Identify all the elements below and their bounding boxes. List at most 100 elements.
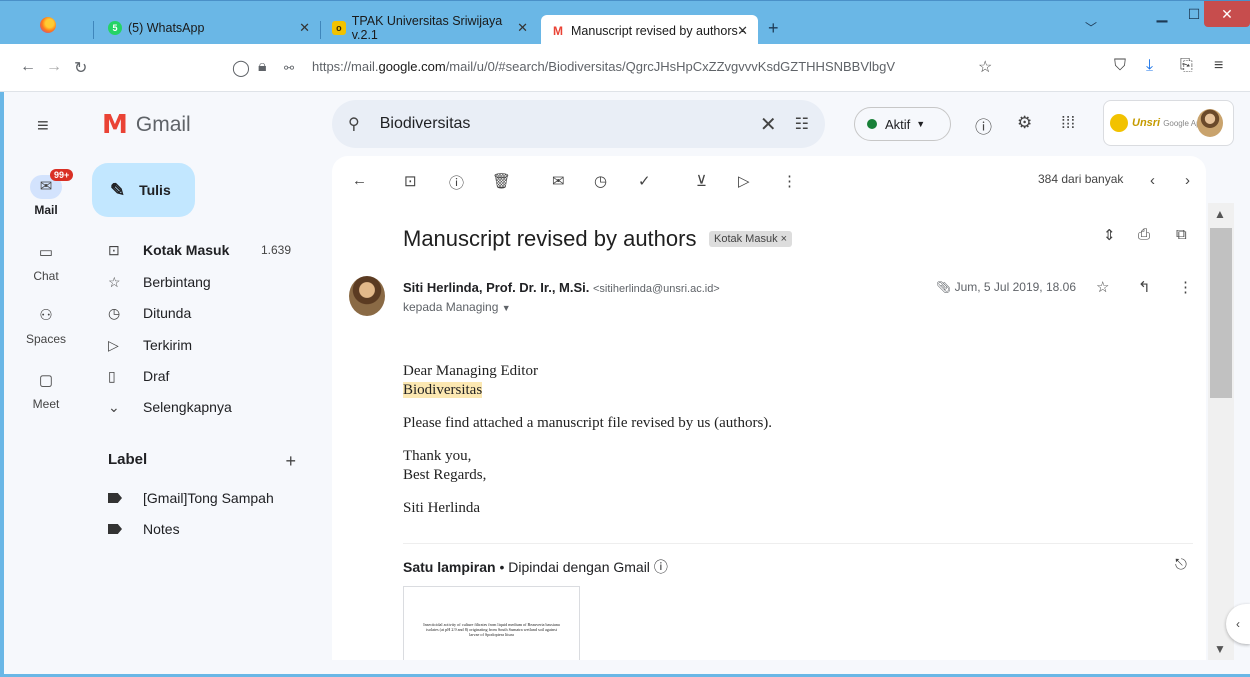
add-to-drive-icon[interactable]: ⎋ <box>1175 556 1187 573</box>
archive-icon[interactable]: ⊡ <box>404 172 417 190</box>
scrollbar[interactable]: ▲ ▼ <box>1208 203 1234 660</box>
scrollbar-thumb[interactable] <box>1210 228 1232 398</box>
tab-whatsapp[interactable]: 5 (5) WhatsApp ✕ <box>98 11 320 45</box>
add-label-icon[interactable]: + <box>285 451 296 472</box>
avatar[interactable] <box>1197 109 1223 137</box>
close-tab-icon[interactable]: ✕ <box>299 20 310 36</box>
account-switcher[interactable]: Unsri Google Apps <box>1103 100 1234 146</box>
mark-unread-icon[interactable]: ✉ <box>552 172 565 190</box>
downloads-icon[interactable]: ⤓ <box>1146 57 1153 75</box>
send-icon: ▷ <box>108 336 119 353</box>
firefox-logo-icon[interactable] <box>40 17 56 33</box>
gmail-wordmark: Gmail <box>135 113 191 136</box>
compose-label: Tulis <box>139 182 171 198</box>
rail-chat[interactable]: ▭ Chat <box>10 241 82 283</box>
open-new-window-icon[interactable]: ⧉ <box>1176 226 1187 243</box>
unread-badge: 99+ <box>50 169 74 181</box>
message-more-icon[interactable]: ⋮ <box>1178 278 1193 296</box>
reload-icon[interactable]: ↻ <box>74 58 87 78</box>
folder-more[interactable]: ⌄ Selengkapnya <box>108 392 298 422</box>
apps-grid-icon[interactable]: ⁞⁞⁞ <box>1061 113 1075 133</box>
rail-meet[interactable]: ▢ Meet <box>10 369 82 411</box>
folder-starred[interactable]: ☆ Berbintang <box>108 267 298 297</box>
clear-search-icon[interactable]: ✕ <box>760 112 777 137</box>
pocket-icon[interactable]: ⛉ <box>1114 57 1126 75</box>
tab-gmail-active[interactable]: M Manuscript revised by authors - ✕ <box>541 15 758 47</box>
tab-tpak[interactable]: o TPAK Universitas Sriwijaya v.2.1 ✕ <box>322 11 538 45</box>
tab-separator <box>320 21 321 39</box>
list-tabs-icon[interactable]: ﹀ <box>1085 19 1097 36</box>
forward-icon[interactable]: → <box>46 58 62 76</box>
folder-sent[interactable]: ▷ Terkirim <box>108 330 298 360</box>
url-path: /mail/u/0/#search/Biodiversitas/QgrcJHsH… <box>445 59 896 74</box>
scroll-down-icon[interactable]: ▼ <box>1214 642 1226 656</box>
sender-avatar[interactable] <box>349 276 385 316</box>
add-task-icon[interactable]: ✓ <box>638 172 651 190</box>
chevron-left-icon: ‹ <box>1236 617 1240 631</box>
minimize-icon[interactable]: ▁ <box>1146 1 1178 27</box>
newer-icon[interactable]: ‹ <box>1150 172 1155 189</box>
expand-all-icon[interactable]: ⇕ <box>1103 226 1116 244</box>
app-rail: ✉ 99+ Mail ▭ Chat ⚇ Spaces ▢ Meet <box>10 93 82 675</box>
older-icon[interactable]: › <box>1185 172 1190 189</box>
menu-icon[interactable]: ≡ <box>1214 57 1223 75</box>
star-email-icon[interactable]: ☆ <box>1096 278 1109 296</box>
search-input[interactable]: Biodiversitas <box>380 115 760 133</box>
delete-icon[interactable]: 🗑︎ <box>492 172 511 190</box>
search-icon[interactable]: ⚲ <box>348 114 360 134</box>
folder-drafts[interactable]: ▯ Draf <box>108 361 298 391</box>
status-button[interactable]: Aktif ▼ <box>854 107 951 141</box>
print-icon[interactable]: ⎙ <box>1138 226 1150 243</box>
rail-label: Mail <box>34 203 58 217</box>
extensions-icon[interactable]: ⎘ <box>1180 57 1193 75</box>
close-tab-icon[interactable]: ✕ <box>517 20 528 36</box>
back-to-list-icon[interactable]: ← <box>352 172 367 189</box>
search-options-icon[interactable]: ☷ <box>795 114 809 134</box>
email-date: 📎︎ Jum, 5 Jul 2019, 18.06 <box>936 280 1076 294</box>
new-tab-icon[interactable]: + <box>768 18 779 39</box>
attachment-thumbnail[interactable]: Insecticidal activity of culture filtrat… <box>403 586 580 660</box>
compose-button[interactable]: ✎ Tulis <box>92 163 195 217</box>
body-greeting: Dear Managing Editor <box>403 363 538 379</box>
status-dot <box>867 119 877 129</box>
info-icon[interactable]: ⓘ <box>654 559 668 575</box>
settings-gear-icon[interactable]: ⚙ <box>1017 113 1032 133</box>
scroll-up-icon[interactable]: ▲ <box>1214 207 1226 221</box>
tracking-shield-icon[interactable]: ◯ <box>232 58 250 78</box>
inbox-label-chip[interactable]: Kotak Masuk × <box>709 231 793 247</box>
label-name: [Gmail]Tong Sampah <box>143 490 274 506</box>
chevron-down-icon: ⌄ <box>108 398 120 415</box>
permissions-icon[interactable]: ⚯ <box>284 61 294 75</box>
close-window-icon[interactable]: ✕ <box>1204 1 1250 27</box>
more-options-icon[interactable]: ⋮ <box>782 172 797 190</box>
help-icon[interactable]: ⓘ <box>975 113 992 138</box>
status-label: Aktif <box>885 116 911 132</box>
label-icon[interactable]: ▷ <box>738 172 750 190</box>
rail-spaces[interactable]: ⚇ Spaces <box>10 304 82 346</box>
recipient-line[interactable]: kepada Managing ▼ <box>403 300 511 314</box>
body-journal-highlight: Biodiversitas <box>403 382 483 398</box>
details-dropdown-icon[interactable]: ▼ <box>502 303 511 313</box>
labels-heading: Label + <box>108 451 296 472</box>
back-icon[interactable]: ← <box>20 58 36 76</box>
move-to-icon[interactable]: ⊻ <box>696 172 707 190</box>
lock-icon[interactable]: 🔒︎ <box>258 58 267 76</box>
tpak-icon: o <box>332 21 346 35</box>
bookmark-star-icon[interactable]: ☆ <box>978 57 992 77</box>
draft-icon: ▯ <box>108 367 116 384</box>
remove-label-icon[interactable]: × <box>781 233 787 245</box>
report-spam-icon[interactable]: ⓘ <box>449 172 464 193</box>
snooze-icon[interactable]: ◷ <box>594 172 607 190</box>
search-bar[interactable]: ⚲ Biodiversitas ✕ ☷ <box>332 100 825 148</box>
gmail-logo[interactable]: M Gmail <box>102 110 191 140</box>
folder-snoozed[interactable]: ◷ Ditunda <box>108 298 298 328</box>
url-field[interactable]: https://mail.google.com/mail/u/0/#search… <box>312 59 895 74</box>
close-tab-icon[interactable]: ✕ <box>737 23 748 39</box>
rail-mail[interactable]: ✉ 99+ Mail <box>10 169 82 217</box>
label-item[interactable]: [Gmail]Tong Sampah <box>108 490 274 506</box>
folder-inbox[interactable]: ⊡ Kotak Masuk 1.639 <box>108 235 298 265</box>
attachment-divider <box>403 543 1193 544</box>
label-item[interactable]: Notes <box>108 521 180 537</box>
reply-icon[interactable]: ↰ <box>1138 278 1151 296</box>
sender-name[interactable]: Siti Herlinda, Prof. Dr. Ir., M.Si. <box>403 280 589 295</box>
